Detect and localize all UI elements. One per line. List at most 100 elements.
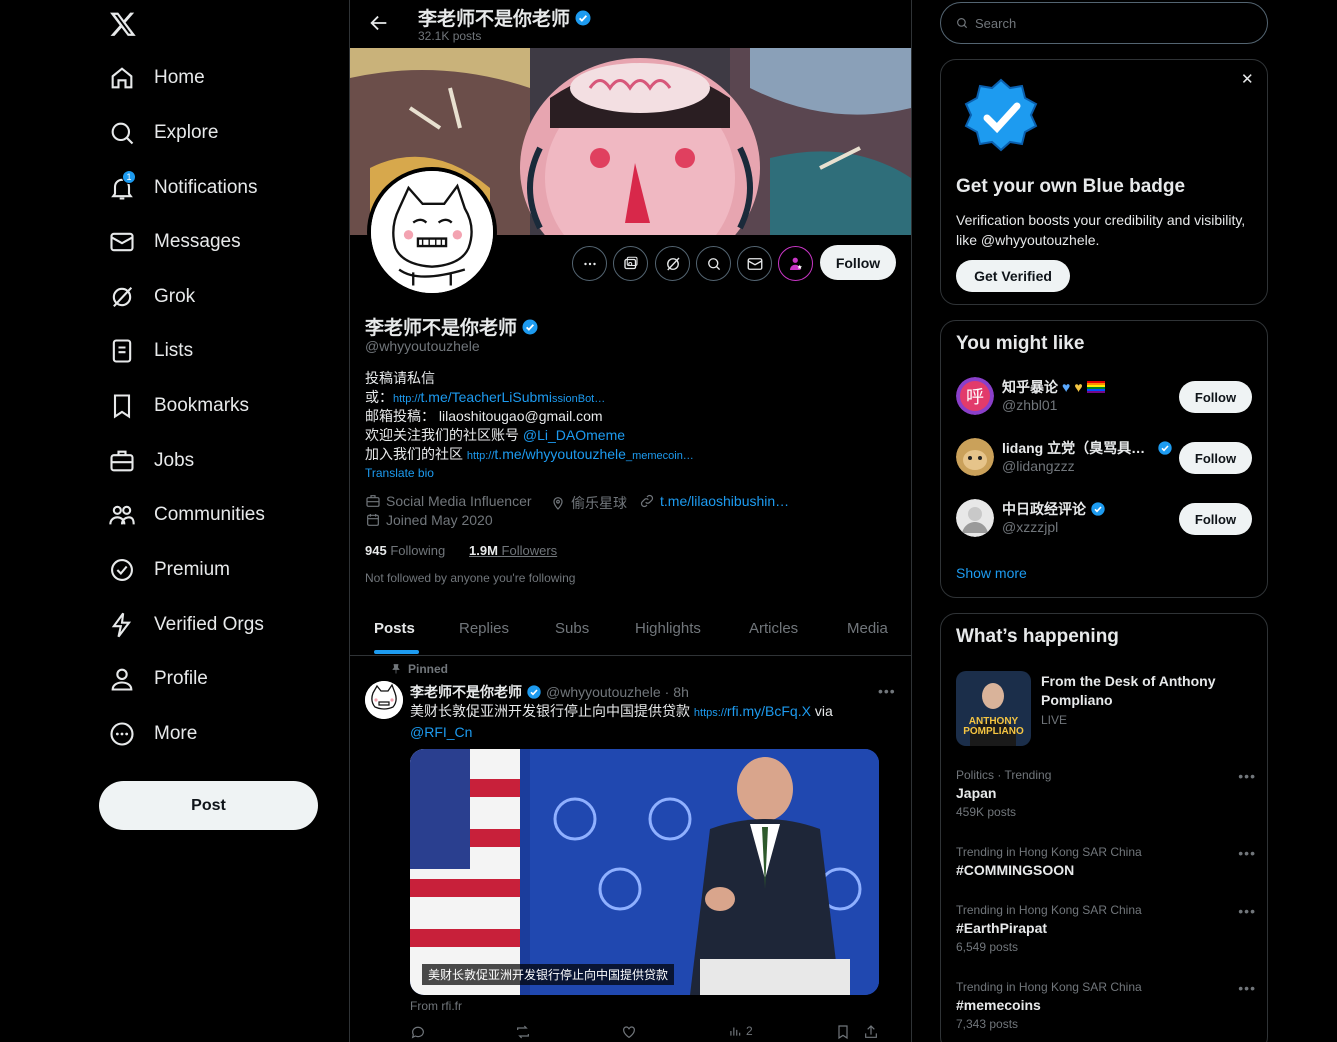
nav-explore[interactable]: Explore [108,113,218,153]
tab-highlights[interactable]: Highlights [635,620,701,637]
trend-more-icon[interactable]: ••• [1238,768,1256,784]
bio-community-link[interactable]: http://t.me/whyyoutouzhele_memecoin… [467,446,694,462]
bell-icon: 1 [108,170,136,202]
bio-mention-link[interactable]: @Li_DAOmeme [523,427,625,443]
avatar[interactable] [956,499,994,537]
share-icon [863,1024,879,1040]
nav-jobs[interactable]: Jobs [108,441,194,481]
header-post-count: 32.1K posts [418,29,482,43]
profile-avatar[interactable] [367,167,497,297]
rainbow-flag-icon [1086,381,1105,393]
like-button[interactable] [621,1024,637,1040]
avatar[interactable]: 呼 [956,377,994,415]
nav-bookmarks[interactable]: Bookmarks [108,386,249,426]
tweet-time[interactable]: 8h [673,684,689,700]
tab-media[interactable]: Media [847,620,888,637]
nav-messages[interactable]: Messages [108,222,241,262]
trend-name: #EarthPirapat [956,920,1048,936]
follow-suggestion-button[interactable]: Follow [1179,442,1252,474]
thumbnail-line-2: POMPLIANO [963,726,1024,737]
tweet-link[interactable]: https://rfi.my/BcFq.X [694,703,811,719]
bookmark-button[interactable] [835,1024,851,1040]
follow-button[interactable]: Follow [820,245,896,280]
tab-subs[interactable]: Subs [555,620,589,637]
nav-notifications[interactable]: 1 Notifications [108,168,258,208]
trend-item[interactable]: Trending in Hong Kong SAR China #memecoi… [956,980,1256,1031]
profile-handle: @whyyoutouzhele [365,338,480,354]
bio-submission-link[interactable]: http://t.me/TeacherLiSubmissionBot… [393,389,605,405]
nav-communities[interactable]: Communities [108,495,265,535]
nav-label: Verified Orgs [154,614,264,635]
search-placeholder: Search [975,15,1017,31]
nav-premium[interactable]: Premium [108,550,230,590]
follow-suggestion-button[interactable]: Follow [1179,503,1252,535]
more-options-button[interactable] [572,246,607,281]
subscribe-button[interactable] [778,246,813,281]
back-arrow-icon[interactable] [368,12,390,34]
share-button[interactable] [863,1024,879,1040]
suggestion-item[interactable]: lidang 立党（臭骂具… @lidangzzz Follow [956,438,1256,478]
reply-button[interactable] [410,1024,426,1040]
close-icon[interactable]: ✕ [1241,70,1254,88]
nav-label: Home [154,67,205,88]
header-name: 李老师不是你老师 [418,9,571,30]
tab-articles[interactable]: Articles [749,620,798,637]
nav-profile[interactable]: Profile [108,659,208,699]
website-link[interactable]: t.me/lilaoshibushin… [660,493,789,509]
tweet-avatar[interactable] [365,681,403,719]
live-thumbnail[interactable]: ANTHONY POMPLIANO [956,671,1031,746]
trend-more-icon[interactable]: ••• [1238,845,1256,861]
link-icon [639,493,655,509]
views-button[interactable]: 2 [728,1024,753,1038]
tweet-more-icon[interactable]: ••• [878,683,896,699]
trend-item[interactable]: Politics · Trending Japan 459K posts ••• [956,768,1256,819]
media-gallery-button[interactable] [613,246,648,281]
following-count: 945 [365,543,387,558]
grok-profile-button[interactable] [655,246,690,281]
post-button[interactable]: Post [99,781,318,830]
trend-item[interactable]: Trending in Hong Kong SAR China #EarthPi… [956,903,1256,954]
profile-tabs: Posts Replies Subs Highlights Articles M… [350,602,911,656]
show-more-link[interactable]: Show more [956,565,1027,581]
trend-item[interactable]: Trending in Hong Kong SAR China #COMMING… [956,845,1256,878]
tweet-author-name[interactable]: 李老师不是你老师 [410,682,522,702]
translate-bio-link[interactable]: Translate bio [365,466,434,480]
trend-more-icon[interactable]: ••• [1238,903,1256,919]
tweet-author-handle[interactable]: @whyyoutouzhele [546,684,661,700]
bio-line-1: 投稿请私信 [365,370,435,386]
views-count: 2 [746,1024,753,1038]
search-profile-button[interactable] [696,246,731,281]
message-button[interactable] [737,246,772,281]
get-verified-button[interactable]: Get Verified [956,260,1070,292]
nav-grok[interactable]: Grok [108,277,195,317]
trend-more-icon[interactable]: ••• [1238,980,1256,996]
tweet-media-image[interactable]: 美财长敦促亚洲开发银行停止向中国提供贷款 [410,749,879,995]
suggestion-name: 中日政经评论 [1002,499,1106,519]
tab-posts[interactable]: Posts [374,620,415,637]
bio-line-3: 邮箱投稿： lilaoshitougao@gmail.com [365,408,603,424]
nav-verified-orgs[interactable]: Verified Orgs [108,605,264,645]
nav-label: Premium [154,559,231,580]
nav-lists[interactable]: Lists [108,331,193,371]
link-source[interactable]: From rfi.fr [410,999,462,1013]
followers-stat[interactable]: 1.9M Followers [469,543,557,558]
suggestion-item[interactable]: 呼 知乎暴论 ♥ ♥ @zhbl01 Follow [956,377,1256,417]
verified-badge-icon[interactable] [521,318,539,336]
pinned-label: Pinned [390,662,448,676]
nav-home[interactable]: Home [108,58,205,98]
nav-more[interactable]: More [108,714,197,754]
avatar[interactable] [956,438,994,476]
suggestion-item[interactable]: 中日政经评论 @xzzzjpl Follow [956,499,1256,539]
verified-badge-icon [574,9,592,27]
x-logo-icon[interactable] [109,10,137,38]
suggestion-handle: @xzzzjpl [1002,519,1059,535]
search-bar[interactable]: Search [940,2,1268,44]
tab-replies[interactable]: Replies [459,620,509,637]
might-like-title: You might like [956,333,1085,354]
following-stat[interactable]: 945 Following [365,543,445,558]
tweet-mention[interactable]: @RFI_Cn [410,724,472,740]
follow-suggestion-button[interactable]: Follow [1179,381,1252,413]
live-title[interactable]: From the Desk of Anthony Pompliano [1041,672,1251,710]
repost-button[interactable] [515,1024,531,1040]
profile-website[interactable]: t.me/lilaoshibushin… [639,493,789,509]
